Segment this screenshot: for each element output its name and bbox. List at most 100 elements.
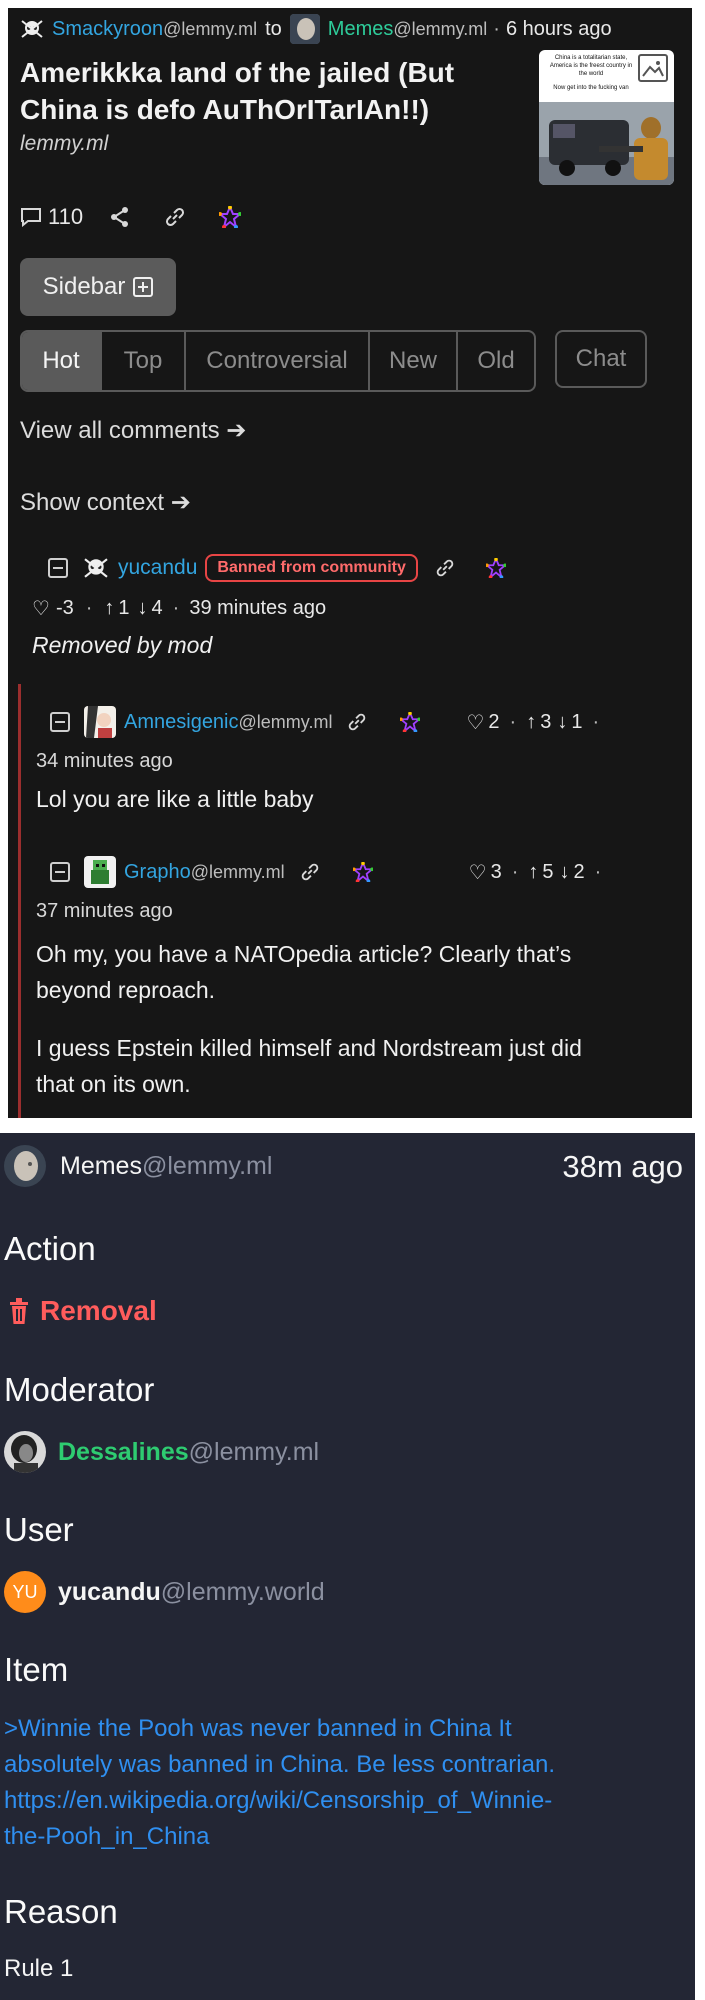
separator: ·	[509, 710, 517, 733]
comment-instance[interactable]: @lemmy.ml	[191, 862, 285, 883]
downvote-count: 2	[573, 860, 585, 883]
downvote-icon[interactable]: ↓	[560, 861, 570, 884]
moderator-portrait-icon	[4, 1431, 46, 1473]
like-count: 3	[490, 860, 502, 883]
share-icon[interactable]	[109, 206, 131, 228]
item-link[interactable]: >Winnie the Pooh was never banned in Chi…	[4, 1711, 555, 1855]
thumbnail-caption-line: China is a totalitarian state,	[554, 55, 628, 61]
post-time: 6 hours ago	[505, 17, 612, 40]
comment-time: 37 minutes ago	[36, 900, 173, 922]
fediverse-icon[interactable]	[352, 862, 373, 882]
upvote-count: 3	[540, 710, 552, 733]
separator: ·	[594, 860, 602, 883]
community-avatar[interactable]	[289, 14, 320, 44]
comment-time: 39 minutes ago	[189, 597, 327, 619]
comment-body-line: that on its own.	[36, 1071, 191, 1097]
heart-icon[interactable]: ♡	[469, 860, 487, 885]
upvote-icon[interactable]: ↑	[526, 711, 536, 734]
modlog-community[interactable]: Memes @lemmy.ml	[4, 1145, 272, 1187]
upvote-icon[interactable]: ↑	[104, 597, 114, 620]
tab-old[interactable]: Old	[458, 332, 534, 390]
comment-header: yucandu Banned from community	[48, 554, 506, 582]
user-instance: @lemmy.world	[160, 1577, 325, 1606]
upvote-count: 1	[118, 597, 130, 619]
collapse-icon[interactable]	[50, 712, 70, 732]
like-count: -3	[55, 597, 74, 619]
sidebar-button[interactable]: Sidebar	[20, 258, 176, 316]
meme-man-icon	[4, 1145, 46, 1187]
post-author-instance[interactable]: @lemmy.ml	[163, 19, 257, 40]
comment-username[interactable]: Grapho	[124, 861, 191, 884]
comment-instance[interactable]: @lemmy.ml	[239, 712, 333, 733]
moderator-avatar	[4, 1431, 46, 1473]
link-icon[interactable]	[346, 711, 368, 733]
sort-tabs: Hot Top Controversial New Old	[20, 330, 536, 392]
collapse-icon[interactable]	[48, 558, 68, 578]
show-context-link[interactable]: Show context ➔	[20, 488, 191, 517]
comment-header: Amnesigenic @lemmy.ml ♡ 2 · ↑ 3 ↓ 1 ·	[50, 706, 599, 738]
post-thumbnail[interactable]: China is a totalitarian state, America i…	[539, 50, 674, 185]
thumbnail-caption-line: America is the freest country in	[549, 63, 633, 69]
post-actions: 110	[20, 204, 242, 230]
upvote-count: 5	[542, 860, 554, 883]
comment-body: Oh my, you have a NATOpedia article? Cle…	[36, 936, 582, 1102]
comments-button[interactable]: 110	[20, 204, 83, 230]
link-icon[interactable]	[163, 205, 187, 229]
action-value: Removal	[8, 1295, 157, 1327]
user-link[interactable]: YU yucandu @lemmy.world	[4, 1571, 325, 1613]
tab-controversial[interactable]: Controversial	[186, 332, 370, 390]
comment-body-line: beyond reproach.	[36, 977, 216, 1003]
comment-username[interactable]: yucandu	[118, 556, 197, 580]
tab-hot[interactable]: Hot	[22, 332, 102, 390]
comment-body: Lol you are like a little baby	[36, 786, 314, 812]
community-instance[interactable]: @lemmy.ml	[393, 19, 487, 40]
chat-button[interactable]: Chat	[555, 330, 647, 388]
image-icon	[638, 54, 668, 82]
post-domain[interactable]: lemmy.ml	[20, 132, 108, 156]
tab-new[interactable]: New	[370, 332, 458, 390]
van-image	[539, 102, 674, 185]
upvote-icon[interactable]: ↑	[528, 861, 538, 884]
reason-value: Rule 1	[4, 1955, 74, 1982]
fediverse-icon[interactable]	[219, 206, 242, 228]
downvote-icon[interactable]: ↓	[557, 711, 567, 734]
avatar[interactable]	[84, 706, 116, 738]
heart-icon[interactable]: ♡	[32, 596, 50, 621]
avatar[interactable]	[84, 856, 116, 888]
item-line: >Winnie the Pooh was never banned in Chi…	[4, 1715, 512, 1742]
skull-icon	[84, 558, 108, 578]
item-line: the-Pooh_in_China	[4, 1823, 210, 1850]
post-title[interactable]: Amerikkka land of the jailed (But China …	[20, 54, 520, 128]
comment-body-line: I guess Epstein killed himself and Nords…	[36, 1035, 582, 1061]
post-meta: Smackyroon @lemmy.ml to Memes @lemmy.ml …	[20, 14, 612, 44]
moderator-link[interactable]: Dessalines @lemmy.ml	[4, 1431, 319, 1473]
community-name[interactable]: Memes	[328, 18, 394, 41]
heart-icon[interactable]: ♡	[466, 710, 484, 735]
post-panel: Smackyroon @lemmy.ml to Memes @lemmy.ml …	[8, 8, 692, 1118]
fediverse-icon[interactable]	[400, 712, 421, 732]
thumbnail-caption-line: the world	[578, 71, 604, 77]
view-all-comments-link[interactable]: View all comments ➔	[20, 416, 246, 445]
trash-icon	[10, 1298, 28, 1324]
action-heading: Action	[4, 1230, 96, 1267]
item-heading: Item	[4, 1651, 69, 1688]
comment-username[interactable]: Amnesigenic	[124, 711, 239, 734]
like-count: 2	[488, 710, 500, 733]
user-avatar[interactable]	[20, 19, 44, 39]
skull-icon	[21, 20, 43, 38]
collapse-icon[interactable]	[50, 862, 70, 882]
link-icon[interactable]	[434, 557, 456, 579]
post-author-name[interactable]: Smackyroon	[52, 18, 163, 41]
tab-top[interactable]: Top	[102, 332, 186, 390]
thumbnail-caption-line: Now get into the fucking van	[553, 85, 629, 91]
sidebar-label: Sidebar	[42, 273, 126, 300]
downvote-icon[interactable]: ↓	[138, 597, 148, 620]
link-icon[interactable]	[299, 861, 321, 883]
fediverse-icon[interactable]	[485, 558, 506, 578]
moderator-instance: @lemmy.ml	[188, 1437, 320, 1466]
comment-icon	[21, 208, 41, 227]
comment-count: 110	[48, 204, 84, 229]
thumbnail-caption: China is a totalitarian state, America i…	[543, 54, 639, 92]
comment-time: 34 minutes ago	[36, 750, 173, 772]
thread-line	[18, 684, 21, 1118]
